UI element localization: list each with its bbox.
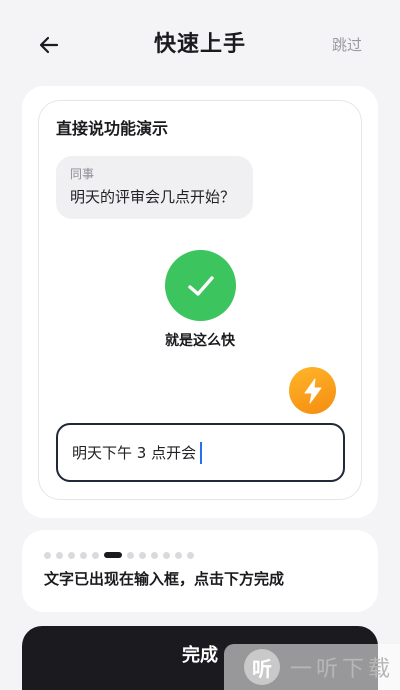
step-dot <box>175 551 182 559</box>
step-dot <box>139 551 146 559</box>
demo-title: 直接说功能演示 <box>56 119 169 138</box>
step-indicator <box>44 551 199 559</box>
hint-panel: 文字已出现在输入框，点击下方完成 <box>22 530 378 612</box>
watermark-logo: 听 <box>244 649 280 685</box>
flash-button[interactable] <box>289 367 336 414</box>
watermark-text: 一听下载 <box>290 657 395 682</box>
lightning-icon <box>304 378 321 403</box>
hint-text: 文字已出现在输入框，点击下方完成 <box>44 570 285 588</box>
step-dot <box>163 551 170 559</box>
demo-panel: 直接说功能演示 同事 明天的评审会几点开始？ 就是这么快 明天下午 3 点开会 <box>22 86 378 518</box>
step-dot <box>127 551 134 559</box>
step-dot <box>56 551 63 559</box>
demo-card: 直接说功能演示 同事 明天的评审会几点开始？ 就是这么快 明天下午 3 点开会 <box>38 100 362 500</box>
checkmark-icon <box>187 275 214 296</box>
step-dot-active <box>104 552 122 558</box>
success-caption: 就是这么快 <box>165 333 235 349</box>
step-dot <box>68 551 75 559</box>
step-dot <box>80 551 87 559</box>
text-caret <box>200 441 203 464</box>
step-dot <box>187 551 194 559</box>
message-input[interactable]: 明天下午 3 点开会 <box>56 423 345 482</box>
message-bubble: 同事 明天的评审会几点开始？ <box>56 156 253 219</box>
message-text: 明天的评审会几点开始？ <box>70 188 236 206</box>
skip-button[interactable]: 跳过 <box>332 35 362 55</box>
message-sender: 同事 <box>70 167 95 181</box>
header-bar: 快速上手 跳过 <box>0 0 400 88</box>
step-dot <box>151 551 158 559</box>
step-dot <box>92 551 99 559</box>
step-dot <box>44 551 51 559</box>
success-badge <box>165 250 236 321</box>
watermark: 听 一听下载 <box>224 644 400 690</box>
input-value: 明天下午 3 点开会 <box>72 443 197 462</box>
